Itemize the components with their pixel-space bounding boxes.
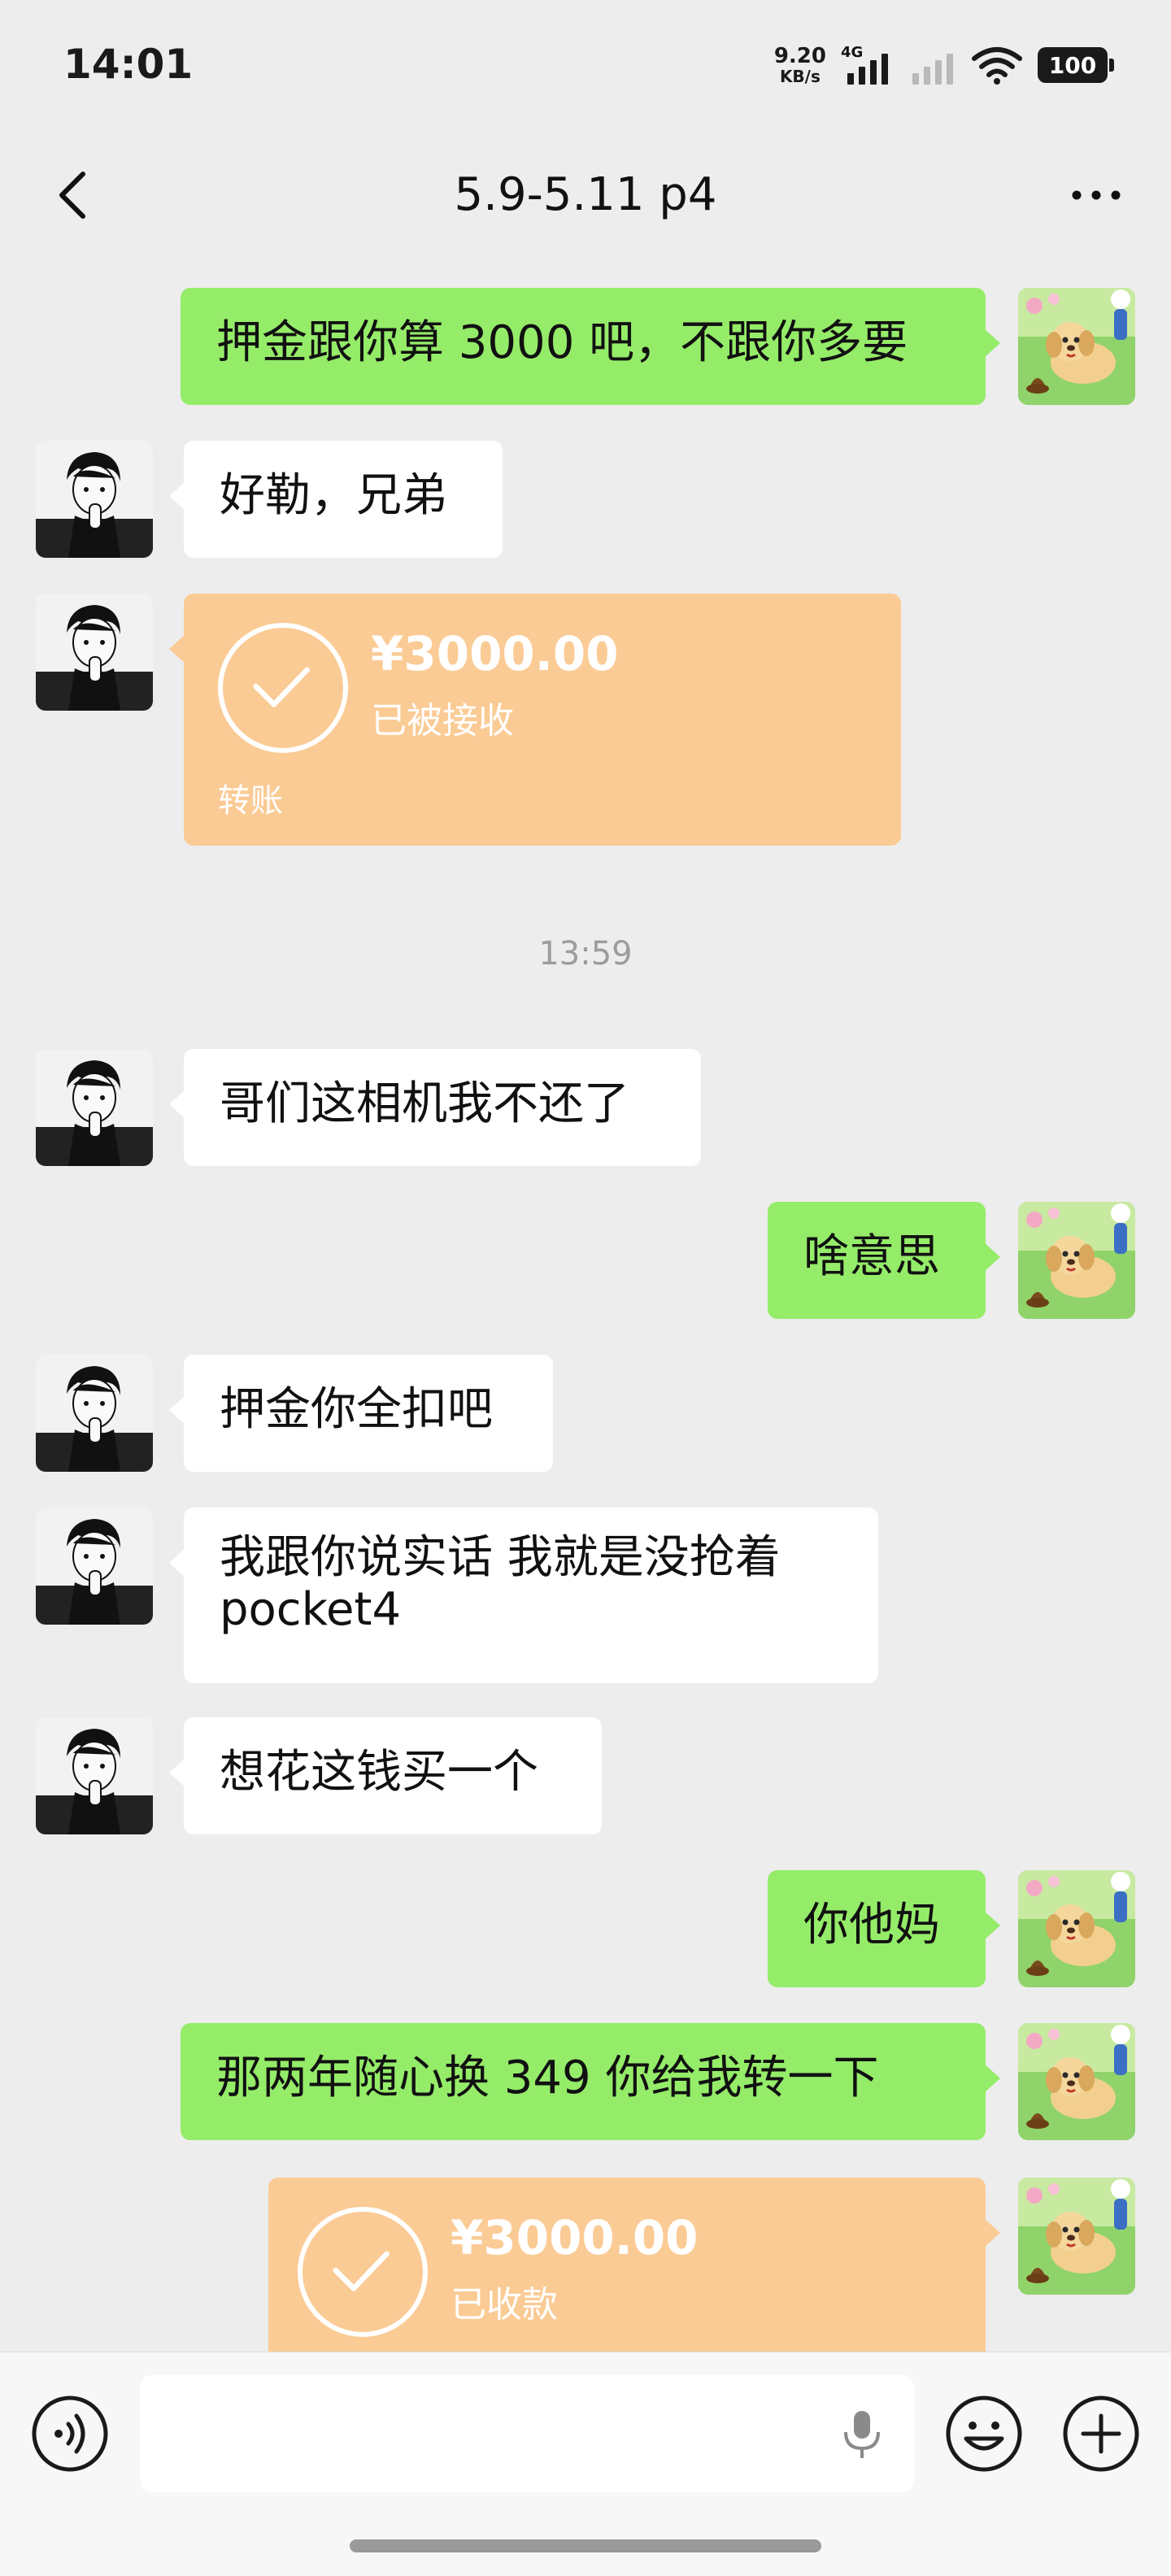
sent-message[interactable]: 啥意思 — [768, 1202, 1000, 1319]
my-avatar[interactable] — [1018, 1870, 1135, 1987]
network-speed: 9.20 KB/s — [774, 46, 826, 85]
check-circle-icon — [298, 2207, 428, 2337]
message-list[interactable]: 押金跟你算 3000 吧，不跟你多要 好勒，兄弟 ¥3000.00 已被接收 转… — [0, 260, 1171, 2352]
message-text: 你他妈 — [803, 1899, 940, 1952]
status-indicators: 9.20 KB/s 4G 100 — [774, 39, 1114, 91]
message-text: 我跟你说实话 我就是没抢着 pocket4 — [220, 1531, 781, 1636]
input-bar — [0, 2352, 1171, 2576]
wifi-icon — [972, 47, 1022, 85]
transfer-label: 转账 — [218, 782, 283, 820]
home-indicator[interactable] — [350, 2539, 821, 2552]
more-dots-icon[interactable] — [1064, 163, 1129, 228]
status-bar: 14:01 9.20 KB/s 4G 100 — [0, 0, 1171, 130]
emoji-icon[interactable] — [943, 2393, 1025, 2474]
transfer-card[interactable]: ¥3000.00 已收款 — [268, 2178, 1000, 2352]
received-message[interactable]: 想花这钱买一个 — [169, 1717, 602, 1834]
voice-icon[interactable] — [29, 2393, 111, 2474]
contact-avatar[interactable] — [36, 1717, 153, 1834]
sent-message[interactable]: 押金跟你算 3000 吧，不跟你多要 — [181, 288, 1000, 405]
message-text: 想花这钱买一个 — [220, 1746, 538, 1799]
message-timestamp: 13:59 — [538, 935, 633, 973]
message-text: 啥意思 — [803, 1230, 940, 1283]
contact-avatar[interactable] — [36, 441, 153, 558]
battery-icon: 100 — [1038, 47, 1114, 83]
my-avatar[interactable] — [1018, 288, 1135, 405]
signal-4g-icon: 4G — [841, 44, 891, 86]
message-text: 押金你全扣吧 — [220, 1383, 493, 1436]
received-message[interactable]: 好勒，兄弟 — [169, 441, 503, 558]
contact-avatar[interactable] — [36, 1355, 153, 1472]
plus-icon[interactable] — [1060, 2393, 1142, 2474]
contact-avatar[interactable] — [36, 1508, 153, 1625]
sent-message[interactable]: 你他妈 — [768, 1870, 1000, 1987]
received-message[interactable]: 我跟你说实话 我就是没抢着 pocket4 — [169, 1508, 878, 1683]
transfer-status: 已收款 — [451, 2284, 558, 2326]
message-input[interactable] — [140, 2375, 914, 2492]
contact-avatar[interactable] — [36, 1049, 153, 1166]
signal-secondary-icon — [906, 44, 956, 86]
received-message[interactable]: 押金你全扣吧 — [169, 1355, 553, 1472]
check-circle-icon — [218, 623, 348, 753]
battery-level: 100 — [1048, 51, 1097, 79]
transfer-status: 已被接收 — [371, 700, 514, 742]
my-avatar[interactable] — [1018, 2023, 1135, 2140]
sent-message[interactable]: 那两年随心换 349 你给我转一下 — [181, 2023, 1000, 2140]
my-avatar[interactable] — [1018, 2178, 1135, 2295]
message-text: 押金跟你算 3000 吧，不跟你多要 — [216, 316, 908, 369]
transfer-amount: ¥3000.00 — [371, 626, 619, 681]
transfer-amount: ¥3000.00 — [451, 2210, 699, 2265]
microphone-icon[interactable] — [833, 2404, 891, 2463]
transfer-card[interactable]: ¥3000.00 已被接收 转账 — [169, 594, 901, 846]
received-message[interactable]: 哥们这相机我不还了 — [169, 1049, 701, 1166]
chat-title: 5.9-5.11 p4 — [454, 168, 717, 221]
message-text: 那两年随心换 349 你给我转一下 — [216, 2052, 879, 2104]
network-speed-value: 9.20 — [773, 44, 826, 68]
chat-header: 5.9-5.11 p4 — [0, 130, 1171, 260]
network-speed-unit: KB/s — [779, 67, 821, 86]
my-avatar[interactable] — [1018, 1202, 1135, 1319]
status-time: 14:01 — [63, 41, 194, 88]
message-text: 好勒，兄弟 — [220, 469, 447, 522]
message-text: 哥们这相机我不还了 — [220, 1077, 629, 1130]
contact-avatar[interactable] — [36, 594, 153, 711]
